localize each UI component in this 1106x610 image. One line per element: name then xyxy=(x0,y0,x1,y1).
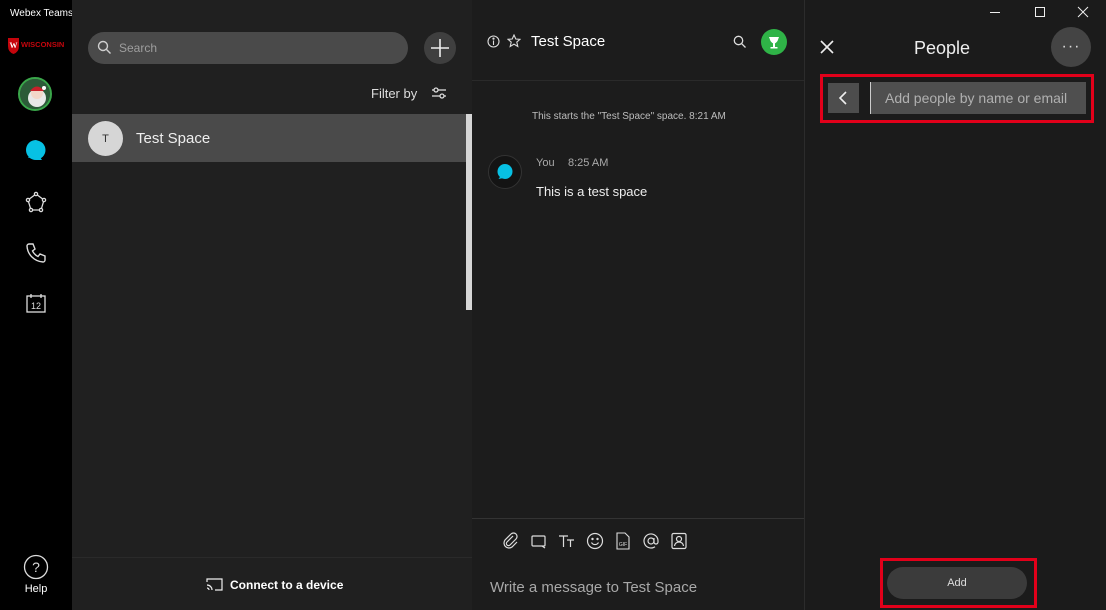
add-space-button[interactable] xyxy=(424,32,456,64)
connect-device-button[interactable]: Connect to a device xyxy=(230,578,343,592)
help-label[interactable]: Help xyxy=(0,583,72,595)
chevron-left-icon xyxy=(838,91,847,105)
filter-icon[interactable] xyxy=(431,86,447,100)
svg-text:GIF: GIF xyxy=(619,542,627,548)
meeting-icon[interactable] xyxy=(761,29,787,55)
format-text-icon[interactable] xyxy=(558,532,576,550)
divider xyxy=(72,557,472,558)
close-panel-icon[interactable] xyxy=(819,39,835,55)
emoji-icon[interactable] xyxy=(586,532,604,550)
message-composer-input[interactable] xyxy=(490,576,790,598)
filter-by-label[interactable]: Filter by xyxy=(371,86,417,101)
back-button[interactable] xyxy=(828,83,859,113)
divider xyxy=(472,80,804,81)
more-options-button[interactable]: ··· xyxy=(1051,27,1091,67)
space-name: Test Space xyxy=(136,130,211,147)
space-list-item[interactable] xyxy=(72,114,466,162)
svg-text:W: W xyxy=(10,41,18,50)
space-title: Test Space xyxy=(531,33,606,50)
contact-icon[interactable] xyxy=(670,532,688,550)
help-icon[interactable]: ? xyxy=(22,553,50,581)
svg-text:?: ? xyxy=(32,559,40,575)
favorite-star-icon[interactable] xyxy=(507,34,521,48)
close-icon[interactable] xyxy=(1060,0,1106,24)
cast-icon[interactable] xyxy=(206,578,223,591)
user-avatar[interactable] xyxy=(18,77,52,111)
whiteboard-icon[interactable] xyxy=(530,532,548,550)
add-button[interactable]: Add xyxy=(887,567,1027,599)
svg-text:12: 12 xyxy=(31,301,41,311)
message-sender: You xyxy=(536,157,555,169)
calls-icon[interactable] xyxy=(22,239,50,267)
space-avatar: T xyxy=(88,121,123,156)
info-icon[interactable] xyxy=(487,35,500,48)
minimize-icon[interactable] xyxy=(972,0,1018,24)
people-title: People xyxy=(914,38,971,58)
teams-icon[interactable] xyxy=(22,189,50,217)
divider xyxy=(472,518,804,519)
search-input[interactable]: Search xyxy=(119,41,157,55)
app-title: Webex Teams xyxy=(10,8,73,19)
search-icon xyxy=(97,40,112,55)
attach-icon[interactable] xyxy=(502,532,520,550)
messaging-icon[interactable] xyxy=(22,136,50,164)
space-start-message: This starts the "Test Space" space. 8:21… xyxy=(532,111,726,122)
message-text: This is a test space xyxy=(536,184,648,199)
message-avatar xyxy=(488,155,522,189)
svg-text:WISCONSIN: WISCONSIN xyxy=(21,40,64,49)
search-icon[interactable] xyxy=(733,35,747,49)
calendar-icon[interactable]: 12 xyxy=(22,289,50,317)
gif-icon[interactable]: GIF xyxy=(614,532,632,550)
mention-icon[interactable] xyxy=(642,532,660,550)
message-timestamp: 8:25 AM xyxy=(568,157,609,169)
maximize-icon[interactable] xyxy=(1017,0,1063,24)
wisconsin-logo: W WISCONSIN xyxy=(7,36,67,54)
add-people-input[interactable] xyxy=(870,82,1086,114)
